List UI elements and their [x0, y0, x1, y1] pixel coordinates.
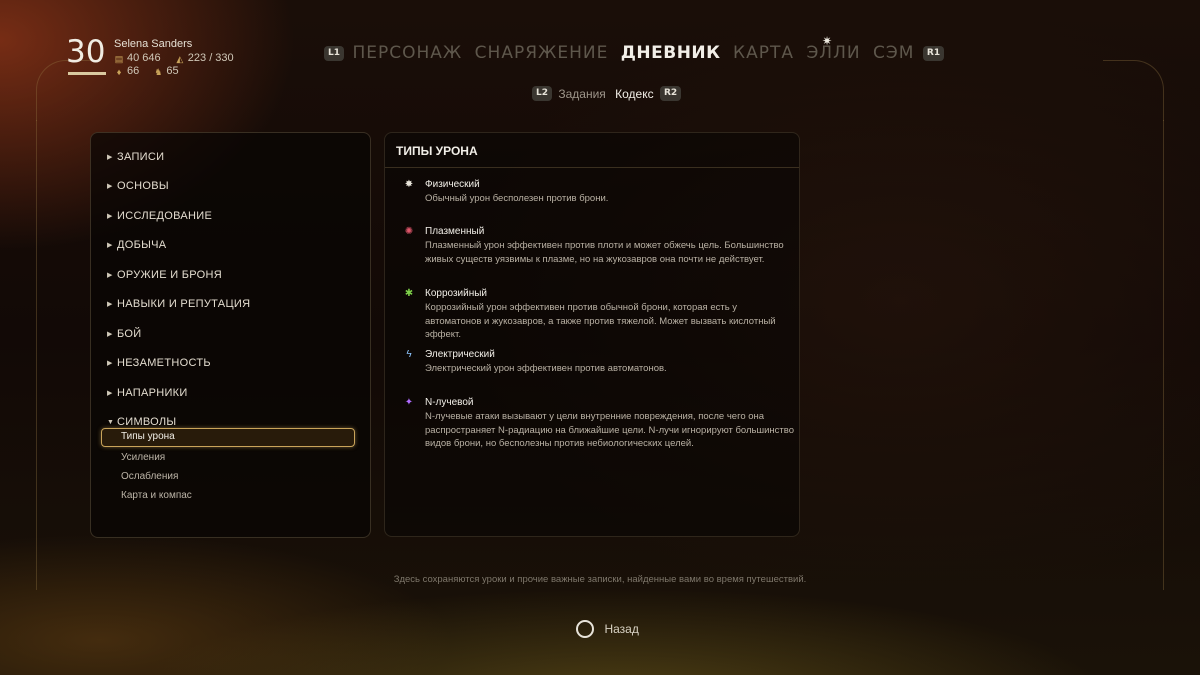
subcategory-damage-types[interactable]: Типы урона	[101, 428, 355, 447]
expand-arrow-icon: ▶	[107, 360, 113, 367]
codex-category-list: ▶ ЗАПИСИ ▶ ОСНОВЫ ▶ ИССЛЕДОВАНИЕ ▶ ДОБЫЧА ▶ О…	[90, 132, 371, 538]
tab-map[interactable]: КАРТА	[733, 43, 794, 63]
carry-weight-icon: ◭	[176, 54, 184, 64]
frame-left-border	[36, 120, 37, 590]
category-combat[interactable]: ▶ БОЙ	[107, 328, 141, 340]
subcategory-map-compass[interactable]: Карта и компас	[121, 490, 192, 501]
expand-arrow-icon: ▶	[107, 213, 113, 220]
category-symbols[interactable]: ▼ СИМВОЛЫ	[107, 416, 176, 428]
player-name: Selena Sanders	[114, 38, 193, 50]
expand-arrow-icon: ▶	[107, 331, 113, 338]
carry-weight-value: 223 / 330	[187, 52, 234, 64]
category-entries[interactable]: ▶ ЗАПИСИ	[107, 151, 164, 163]
back-button[interactable]: Назад	[576, 620, 639, 638]
codex-footer-note: Здесь сохраняются уроки и прочие важные …	[393, 574, 807, 585]
subtab-next-hint[interactable]: R2	[659, 86, 682, 102]
plasma-damage-icon: ✺	[404, 226, 414, 237]
entry-title: ТИПЫ УРОНА	[396, 144, 478, 158]
subcategory-buffs[interactable]: Усиления	[121, 452, 165, 463]
bits-value: 40 646	[127, 52, 161, 64]
expand-arrow-icon: ▶	[107, 272, 113, 279]
tab-equipment[interactable]: СНАРЯЖЕНИЕ	[475, 43, 609, 63]
title-divider	[385, 167, 799, 168]
bits-icon: ▤	[114, 54, 124, 64]
player-level: 30	[66, 34, 106, 70]
shock-damage-icon: ϟ	[406, 349, 412, 360]
subcategory-debuffs[interactable]: Ослабления	[121, 471, 178, 482]
category-exploration[interactable]: ▶ ИССЛЕДОВАНИЕ	[107, 210, 212, 222]
category-stealth[interactable]: ▶ НЕЗАМЕТНОСТЬ	[107, 357, 211, 369]
stat-b-value: 65	[166, 65, 179, 77]
level-progress-bar	[68, 72, 106, 75]
back-label: Назад	[604, 622, 639, 636]
category-weapons-armor[interactable]: ▶ ОРУЖИЕ И БРОНЯ	[107, 269, 222, 281]
category-companions[interactable]: ▶ НАПАРНИКИ	[107, 387, 188, 399]
category-loot[interactable]: ▶ ДОБЫЧА	[107, 239, 166, 251]
tab-prev-hint[interactable]: L1	[324, 45, 344, 61]
category-basics[interactable]: ▶ ОСНОВЫ	[107, 180, 169, 192]
expand-arrow-icon: ▶	[107, 183, 113, 190]
expand-arrow-icon: ▶	[107, 154, 113, 161]
frame-right-border	[1163, 120, 1164, 590]
physical-damage-icon: ✸	[404, 179, 414, 190]
main-tabs: L1 ПЕРСОНАЖ СНАРЯЖЕНИЕ ДНЕВНИК КАРТА ЭЛЛ…	[324, 43, 945, 67]
tab-journal[interactable]: ДНЕВНИК	[621, 43, 721, 63]
notification-star-icon: ✷	[822, 34, 833, 48]
corrosive-damage-icon: ✱	[404, 288, 414, 299]
category-skills-reputation[interactable]: ▶ НАВЫКИ И РЕПУТАЦИЯ	[107, 298, 250, 310]
inhaler-icon: ♦	[116, 67, 122, 77]
expand-arrow-icon: ▶	[107, 390, 113, 397]
expand-arrow-icon: ▶	[107, 242, 113, 249]
tab-character[interactable]: ПЕРСОНАЖ	[352, 43, 462, 63]
collapse-arrow-icon: ▼	[107, 419, 115, 426]
journal-subtabs: L2 Задания Кодекс R2	[532, 86, 682, 102]
tab-ellie[interactable]: ЭЛЛИ	[806, 43, 860, 63]
subtab-codex[interactable]: Кодекс	[615, 87, 653, 101]
codex-entry-panel: ТИПЫ УРОНА ✸ Физический Обычный урон бес…	[384, 132, 800, 537]
frame-corner-right	[1103, 60, 1164, 121]
stat-a-value: 66	[127, 65, 140, 77]
supply-icon: ♞	[154, 67, 163, 77]
tab-sam[interactable]: СЭМ	[873, 43, 914, 63]
player-stats: ▤ 40 646 ◭ 223 / 330 ♦ 66 ♞ 65	[114, 52, 234, 78]
subtab-prev-hint[interactable]: L2	[532, 86, 552, 102]
circle-button-icon	[576, 620, 594, 638]
tab-next-hint[interactable]: R1	[922, 45, 945, 61]
subtab-quests[interactable]: Задания	[558, 87, 605, 101]
expand-arrow-icon: ▶	[107, 301, 113, 308]
n-ray-damage-icon: ✦	[404, 397, 414, 408]
